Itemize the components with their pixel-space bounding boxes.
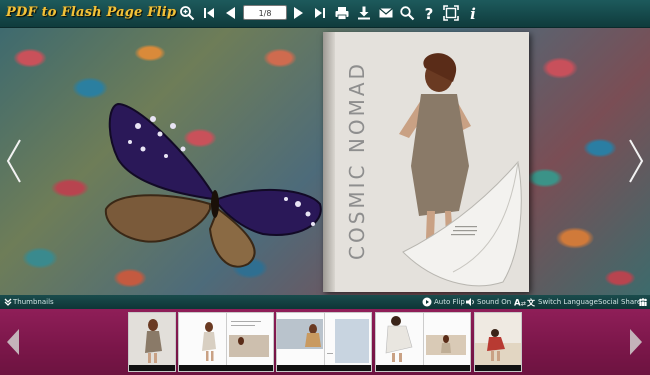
thumbnails-next-arrow[interactable] xyxy=(627,327,645,357)
fullscreen-icon xyxy=(443,5,459,21)
svg-text:i: i xyxy=(470,5,476,21)
sound-toggle[interactable]: Sound On xyxy=(477,295,511,309)
svg-text:⇄: ⇄ xyxy=(521,301,526,308)
stage-next-arrow[interactable] xyxy=(626,136,646,186)
info-button[interactable]: i xyxy=(464,4,482,22)
auto-flip-button[interactable]: Auto Flip xyxy=(434,295,465,309)
zoom-in-button[interactable] xyxy=(178,4,196,22)
top-toolbar: PDF to Flash Page Flip 1/8 ? i xyxy=(0,0,650,28)
thumbnail-footer xyxy=(376,365,470,371)
thumbnail-page-1[interactable] xyxy=(128,312,176,372)
search-icon xyxy=(400,6,415,21)
chevron-right-icon xyxy=(630,329,642,355)
book-spine xyxy=(323,32,335,292)
book-stage: COSMIC NOMAD xyxy=(0,28,650,295)
chevron-left-icon xyxy=(6,139,21,183)
download-button[interactable] xyxy=(355,4,373,22)
stage-prev-arrow[interactable] xyxy=(4,136,24,186)
fullscreen-button[interactable] xyxy=(442,4,460,22)
svg-text:?: ? xyxy=(425,5,434,21)
thumbnail-pages-4-5[interactable] xyxy=(276,312,372,372)
chevron-right-icon xyxy=(629,139,644,183)
first-page-icon xyxy=(204,8,214,18)
print-icon xyxy=(335,7,349,20)
next-page-icon xyxy=(294,7,303,19)
email-button[interactable] xyxy=(377,4,395,22)
previous-page-button[interactable] xyxy=(222,4,240,22)
thumbnails-toggle[interactable]: Thumbnails xyxy=(13,295,54,309)
book-page[interactable]: COSMIC NOMAD xyxy=(323,32,529,292)
page-curl[interactable] xyxy=(393,142,529,292)
double-chevron-down-icon[interactable] xyxy=(3,297,13,307)
book-cover-title: COSMIC NOMAD xyxy=(345,61,369,260)
thumbnail-strip xyxy=(0,309,650,375)
thumbnail-page-8[interactable] xyxy=(474,312,522,372)
chevron-left-icon xyxy=(7,329,19,355)
switch-language-button[interactable]: Switch Language xyxy=(538,295,598,309)
email-icon xyxy=(379,8,393,18)
thumbnails-prev-arrow[interactable] xyxy=(4,327,22,357)
language-icon[interactable]: A ⇄ 文 xyxy=(514,297,536,308)
info-icon: i xyxy=(470,5,476,21)
last-page-icon xyxy=(315,8,325,18)
page-number-field[interactable]: 1/8 xyxy=(243,5,287,20)
play-icon[interactable] xyxy=(422,297,432,307)
help-button[interactable]: ? xyxy=(420,4,438,22)
search-button[interactable] xyxy=(398,4,416,22)
share-people-icon[interactable] xyxy=(638,297,648,307)
status-bar: Thumbnails Auto Flip Sound On A ⇄ 文 Swit… xyxy=(0,295,650,309)
thumbnail-footer xyxy=(475,365,521,371)
thumbnail-image xyxy=(277,313,371,365)
svg-text:A: A xyxy=(514,299,521,308)
app-logo: PDF to Flash Page Flip xyxy=(6,5,177,20)
help-icon: ? xyxy=(425,5,434,21)
zoom-in-icon xyxy=(180,6,195,21)
first-page-button[interactable] xyxy=(200,4,218,22)
thumbnail-image xyxy=(376,313,470,365)
next-page-button[interactable] xyxy=(289,4,307,22)
thumbnail-pages-2-3[interactable] xyxy=(178,312,274,372)
print-button[interactable] xyxy=(333,4,351,22)
previous-page-icon xyxy=(226,7,235,19)
thumbnail-footer xyxy=(179,365,273,371)
thumbnail-footer xyxy=(277,365,371,371)
thumbnail-pages-6-7[interactable] xyxy=(375,312,471,372)
download-icon xyxy=(358,6,370,20)
butterfly-image xyxy=(104,102,322,268)
social-share-button[interactable]: Social Share xyxy=(598,295,641,309)
thumbnail-footer xyxy=(129,365,175,371)
thumbnail-image xyxy=(475,313,521,365)
svg-text:文: 文 xyxy=(527,298,536,308)
thumbnail-image xyxy=(129,313,175,365)
thumbnail-image xyxy=(179,313,273,365)
speaker-icon[interactable] xyxy=(465,297,475,307)
last-page-button[interactable] xyxy=(311,4,329,22)
